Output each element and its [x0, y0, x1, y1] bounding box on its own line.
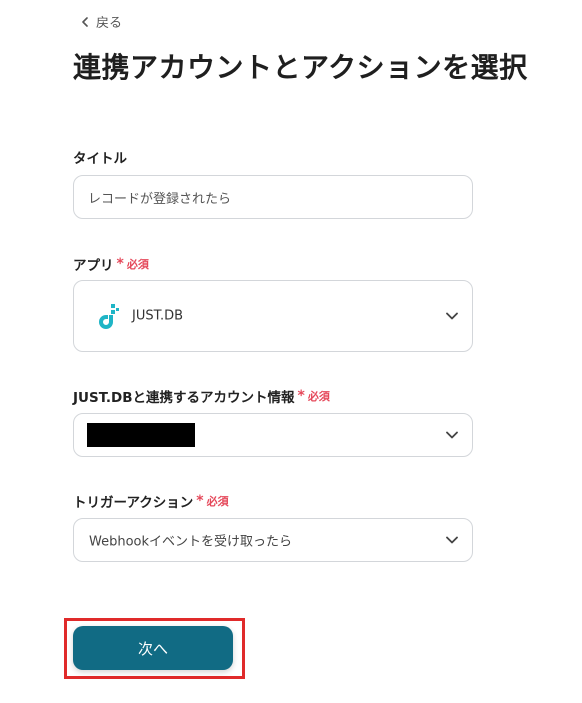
selected-trigger-action: Webhookイベントを受け取ったら [89, 534, 293, 550]
required-text: 必須 [126, 258, 149, 271]
justdb-logo-icon [99, 304, 119, 329]
required-mark: * [196, 493, 204, 509]
trigger-field-label: トリガーアクション * 必須 [73, 491, 229, 511]
title-input[interactable] [74, 176, 472, 218]
back-label: 戻る [96, 16, 123, 31]
account-field-label: JUST.DBと連携するアカウント情報 * 必須 [73, 386, 330, 406]
trigger-action-select[interactable]: Webhookイベントを受け取ったら [73, 518, 473, 562]
back-link[interactable]: 戻る [80, 12, 122, 31]
account-field-label-text: JUST.DBと連携するアカウント情報 [73, 390, 295, 406]
app-field-label: アプリ * 必須 [73, 254, 149, 274]
app-select[interactable]: JUST.DB [73, 280, 473, 352]
required-mark: * [116, 256, 124, 272]
page-title: 連携アカウントとアクションを選択 [73, 51, 528, 84]
app-field-label-text: アプリ [73, 258, 114, 274]
trigger-field-label-text: トリガーアクション [73, 495, 194, 511]
chevron-down-icon [446, 312, 458, 320]
chevron-left-icon [82, 16, 88, 27]
account-select[interactable] [73, 413, 473, 457]
redacted-account-name [87, 423, 195, 447]
title-input-wrapper [73, 175, 473, 219]
chevron-down-icon [446, 431, 458, 439]
next-button[interactable]: 次へ [73, 626, 233, 670]
chevron-down-icon [446, 536, 458, 544]
required-mark: * [297, 388, 305, 404]
page: 戻る 連携アカウントとアクションを選択 タイトル アプリ * 必須 JUST.D… [0, 0, 582, 703]
required-text: 必須 [206, 495, 229, 508]
selected-app-name: JUST.DB [132, 308, 184, 324]
title-field-label-text: タイトル [73, 151, 127, 167]
title-field-label: タイトル [73, 147, 127, 167]
required-text: 必須 [307, 390, 330, 403]
